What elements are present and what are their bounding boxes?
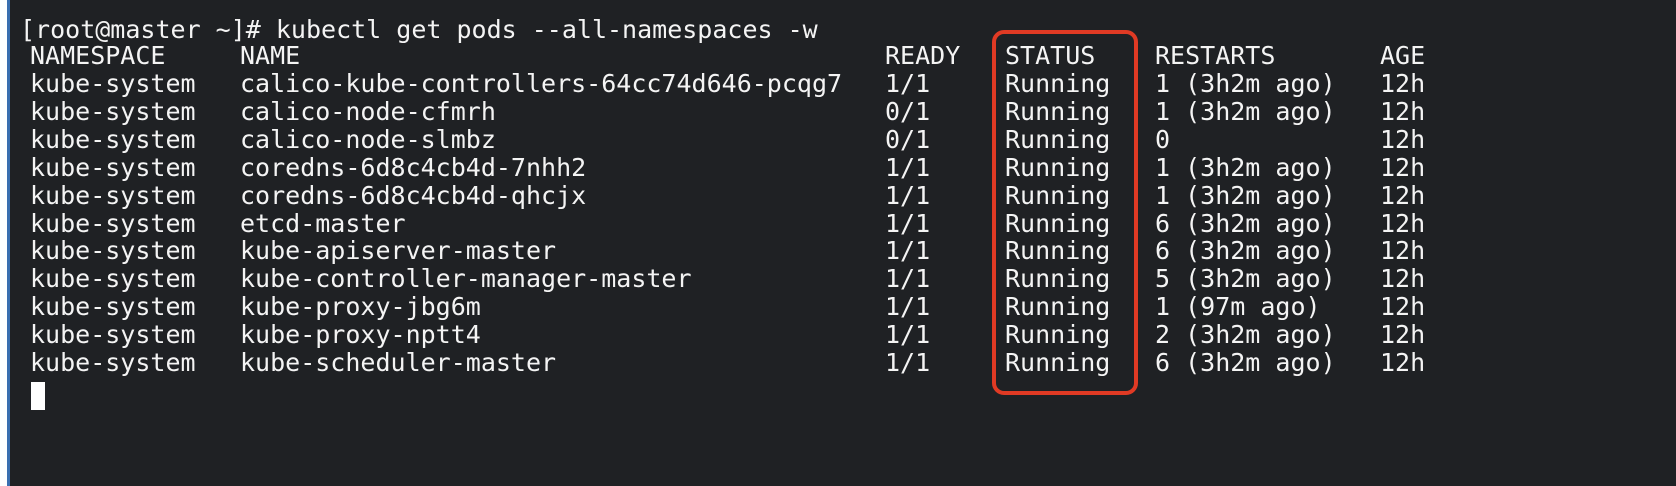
- terminal-window[interactable]: [root@master ~]# kubectl get pods --all-…: [10, 0, 1676, 486]
- cell-name: kube-scheduler-master: [240, 348, 557, 377]
- header-ready: READY: [885, 41, 961, 70]
- table-header-row: NAMESPACE NAME READY STATUS RESTARTS AGE: [20, 42, 1660, 70]
- cell-ready: 1/1: [885, 236, 931, 266]
- cell-namespace: kube-system: [30, 152, 196, 182]
- cell-namespace: kube-system: [30, 320, 196, 350]
- status-column-highlight-box: [992, 30, 1138, 395]
- table-row: kube-system kube-proxy-jbg6m 1/1 Running 1 (…: [20, 293, 1660, 321]
- cell-age: 12h: [1380, 208, 1426, 238]
- cell-name: kube-apiserver-master: [240, 236, 557, 266]
- cell-restarts: 1 (3h2m ago): [1155, 152, 1336, 182]
- header-restarts: RESTARTS: [1155, 41, 1276, 70]
- cell-age: 12h: [1380, 264, 1426, 294]
- cell-namespace: kube-system: [30, 124, 196, 154]
- cell-restarts: 6 (3h2m ago): [1155, 348, 1336, 377]
- cell-ready: 0/1: [885, 124, 931, 154]
- cell-name: coredns-6d8c4cb4d-7nhh2: [240, 152, 587, 182]
- cell-restarts: 1 (3h2m ago): [1155, 180, 1336, 210]
- table-row: kube-system etcd-master 1/1 Running 6 (3h2m …: [20, 208, 1660, 238]
- cell-ready: 0/1: [885, 96, 931, 126]
- table-row: kube-system kube-controller-manager-maste…: [20, 265, 1660, 293]
- header-name: NAME: [240, 41, 301, 70]
- table-row: kube-system kube-scheduler-master 1/1 Runni…: [20, 349, 1660, 377]
- cell-namespace: kube-system: [30, 208, 196, 238]
- cell-restarts: 2 (3h2m ago): [1155, 320, 1336, 350]
- cell-ready: 1/1: [885, 348, 931, 377]
- cell-namespace: kube-system: [30, 96, 196, 126]
- table-row: kube-system kube-proxy-nptt4 1/1 Running 2 (…: [20, 321, 1660, 349]
- cell-namespace: kube-system: [30, 264, 196, 294]
- cell-name: coredns-6d8c4cb4d-qhcjx: [240, 180, 587, 210]
- cell-ready: 1/1: [885, 69, 931, 98]
- cell-age: 12h: [1380, 292, 1426, 322]
- cell-namespace: kube-system: [30, 348, 196, 377]
- cell-ready: 1/1: [885, 320, 931, 350]
- cell-name: calico-node-slmbz: [240, 124, 496, 154]
- cell-ready: 1/1: [885, 208, 931, 238]
- cell-restarts: 6 (3h2m ago): [1155, 208, 1336, 238]
- table-row: kube-system coredns-6d8c4cb4d-qhcjx 1/1 Run…: [20, 180, 1660, 210]
- table-row: kube-system coredns-6d8c4cb4d-7nhh2 1/1 Run…: [20, 152, 1660, 182]
- header-namespace: NAMESPACE: [30, 41, 166, 70]
- cell-restarts: 1 (3h2m ago): [1155, 69, 1336, 98]
- cell-namespace: kube-system: [30, 236, 196, 266]
- terminal-cursor: [31, 382, 45, 410]
- cell-ready: 1/1: [885, 152, 931, 182]
- cell-age: 12h: [1380, 96, 1426, 126]
- cell-namespace: kube-system: [30, 180, 196, 210]
- cell-age: 12h: [1380, 320, 1426, 350]
- cell-age: 12h: [1380, 236, 1426, 266]
- cell-restarts: 0: [1155, 124, 1171, 154]
- cell-name: calico-kube-controllers-64cc74d646-pcqg7: [240, 69, 843, 98]
- cell-restarts: 1 (97m ago): [1155, 292, 1321, 322]
- table-row: kube-system calico-node-cfmrh 0/1 Running 1 …: [20, 96, 1660, 126]
- cell-name: etcd-master: [240, 208, 406, 238]
- cell-ready: 1/1: [885, 264, 931, 294]
- table-row: kube-system calico-node-slmbz 0/1 Running 0 1…: [20, 124, 1660, 154]
- command-line: [root@master ~]# kubectl get pods --all-…: [20, 15, 818, 44]
- cell-namespace: kube-system: [30, 69, 196, 98]
- cell-ready: 1/1: [885, 292, 931, 322]
- cell-restarts: 1 (3h2m ago): [1155, 96, 1336, 126]
- cell-name: kube-proxy-jbg6m: [240, 292, 481, 322]
- cell-namespace: kube-system: [30, 292, 196, 322]
- cell-age: 12h: [1380, 348, 1426, 377]
- cell-ready: 1/1: [885, 180, 931, 210]
- cell-age: 12h: [1380, 180, 1426, 210]
- cell-name: calico-node-cfmrh: [240, 96, 496, 126]
- cell-name: kube-proxy-nptt4: [240, 320, 481, 350]
- header-age: AGE: [1380, 41, 1426, 70]
- cell-age: 12h: [1380, 69, 1426, 98]
- cell-age: 12h: [1380, 152, 1426, 182]
- cell-restarts: 5 (3h2m ago): [1155, 264, 1336, 294]
- cell-name: kube-controller-manager-master: [240, 264, 692, 294]
- cell-restarts: 6 (3h2m ago): [1155, 236, 1336, 266]
- cell-age: 12h: [1380, 124, 1426, 154]
- table-row: kube-system calico-kube-controllers-64cc7…: [20, 70, 1660, 98]
- table-row: kube-system kube-apiserver-master 1/1 Runni…: [20, 237, 1660, 265]
